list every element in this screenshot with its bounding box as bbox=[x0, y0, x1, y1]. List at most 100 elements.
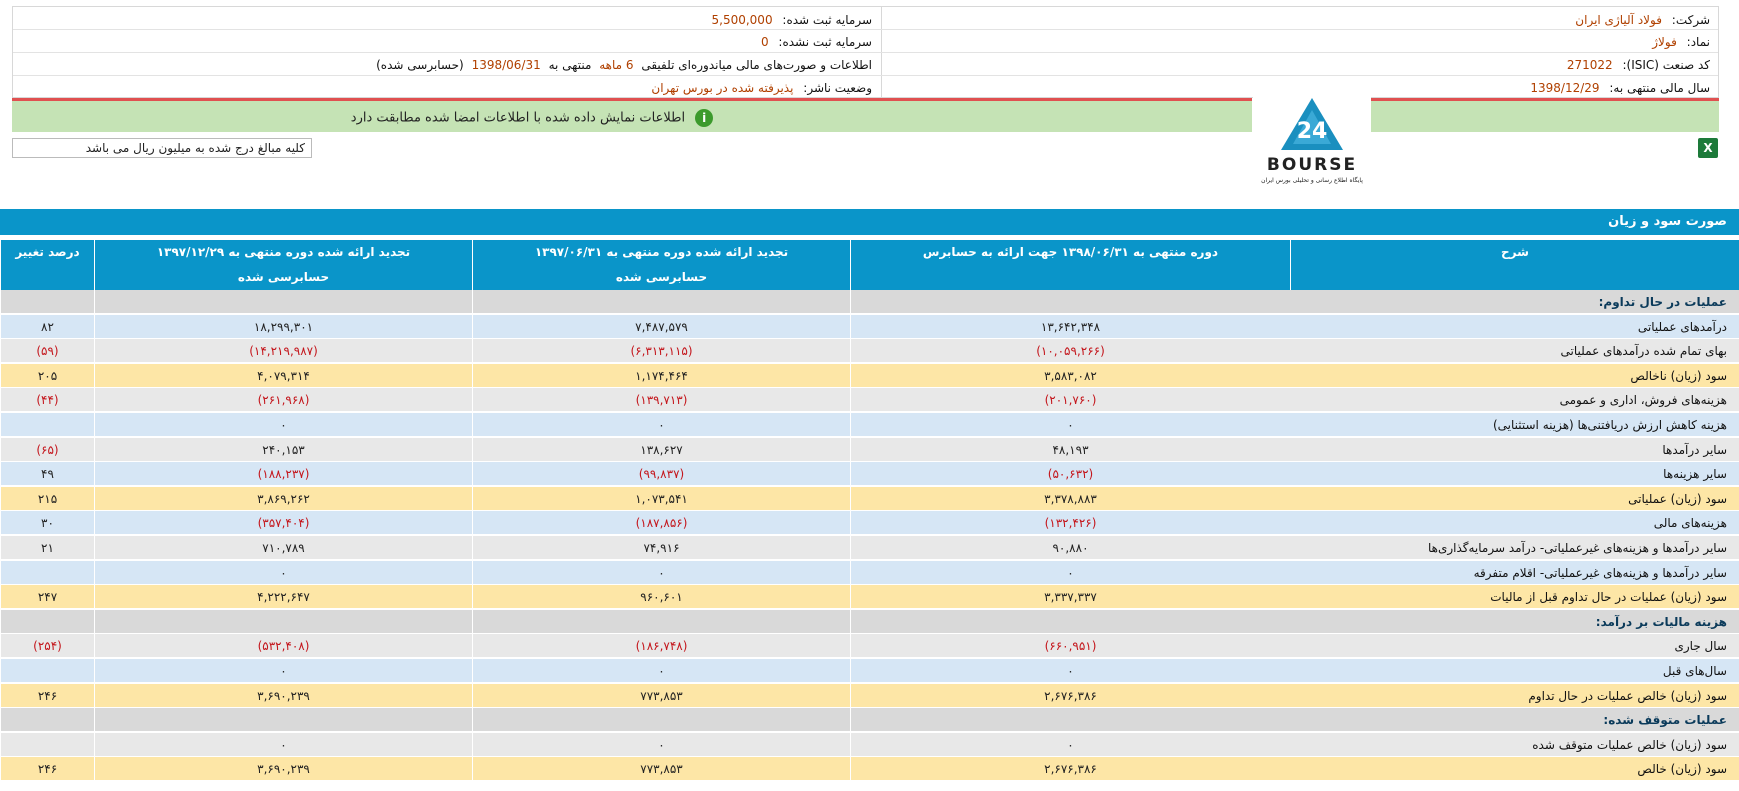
row-value-c1: ۴۸,۱۹۳ bbox=[850, 437, 1290, 462]
report-audit-status: (حسابرسی شده) bbox=[376, 58, 464, 72]
row-label: درآمدهای عملیاتی bbox=[1637, 319, 1727, 334]
row-value-c4 bbox=[0, 413, 94, 437]
row-value-c4: ۲۰۵ bbox=[0, 363, 94, 388]
report-text-a: اطلاعات و صورت‌های مالی میاندوره‌ای تلفی… bbox=[641, 58, 872, 72]
row-value-c1 bbox=[850, 290, 1290, 314]
amounts-unit-note: کلیه مبالغ درج شده به میلیون ریال می باش… bbox=[12, 138, 312, 158]
subheader-col2: حسابرسی شده bbox=[472, 265, 850, 290]
row-label: سایر درآمدها و هزینه‌های غیرعملیاتی- اقل… bbox=[1473, 565, 1727, 580]
row-value-c3: ۷۱۰,۷۸۹ bbox=[94, 536, 472, 560]
verification-message-wrap: i اطلاعات نمایش داده شده با اطلاعات امضا… bbox=[12, 109, 1052, 127]
isic-field: کد صنعت (ISIC): 271022 bbox=[1567, 54, 1710, 76]
table-row: سایر درآمدها و هزینه‌های غیرعملیاتی- درآ… bbox=[0, 536, 1739, 560]
row-value-c2: ۷,۴۸۷,۵۷۹ bbox=[472, 314, 850, 339]
row-value-c2: ۰ bbox=[472, 659, 850, 683]
row-value-c3: ۴,۲۲۲,۶۴۷ bbox=[94, 585, 472, 610]
subheader-col1 bbox=[850, 265, 1290, 290]
row-value-c1: ۳,۳۳۷,۳۳۷ bbox=[850, 585, 1290, 610]
company-value: فولاد آلیاژی ایران bbox=[1575, 13, 1662, 27]
row-value-c2: ۱,۱۷۴,۴۶۴ bbox=[472, 363, 850, 388]
registered-capital-label: سرمایه ثبت شده: bbox=[782, 13, 872, 27]
row-label: عملیات در حال تداوم: bbox=[1598, 295, 1727, 309]
row-value-c2: ۱,۰۷۳,۵۴۱ bbox=[472, 486, 850, 511]
row-value-c2: ۰ bbox=[472, 413, 850, 437]
table-row: سایر درآمدها ۴۸,۱۹۳ ۱۳۸,۶۲۷ ۲۴۰,۱۵۳ (۶۵) bbox=[0, 437, 1739, 462]
table-row: سال‌های قبل ۰ ۰ ۰ bbox=[0, 659, 1739, 683]
section-title: صورت سود و زیان bbox=[0, 209, 1739, 235]
row-value-c3: ۰ bbox=[94, 413, 472, 437]
header-col1: دوره منتهی به ۱۳۹۸/۰۶/۳۱ جهت ارائه به حس… bbox=[850, 240, 1290, 265]
row-label: سایر هزینه‌ها bbox=[1663, 467, 1727, 482]
row-label: سود (زیان) عملیات در حال تداوم قبل از ما… bbox=[1490, 590, 1727, 605]
row-label: عملیات متوقف شده: bbox=[1603, 713, 1727, 728]
table-row: سود (زیان) عملیات در حال تداوم قبل از ما… bbox=[0, 585, 1739, 610]
row-value-c1: (۶۶۰,۹۵۱) bbox=[850, 634, 1290, 659]
row-value-c4: ۲۱ bbox=[0, 536, 94, 560]
row-value-c3: (۵۳۲,۴۰۸) bbox=[94, 634, 472, 659]
row-value-c4: (۵۹) bbox=[0, 339, 94, 364]
row-value-c1: ۹۰,۸۸۰ bbox=[850, 536, 1290, 560]
row-label: سود (زیان) عملیاتی bbox=[1628, 491, 1727, 506]
row-value-c4: (۶۵) bbox=[0, 437, 94, 462]
row-value-c4: ۲۴۶ bbox=[0, 683, 94, 708]
row-value-c3 bbox=[94, 708, 472, 733]
publisher-status-value: پذیرفته شده در بورس تهران bbox=[651, 81, 794, 95]
row-value-c2 bbox=[472, 708, 850, 733]
header-col4: درصد تغییر bbox=[0, 240, 94, 265]
company-info-panel: شرکت: فولاد آلیاژی ایران نماد: فولاژ کد … bbox=[12, 6, 1719, 98]
report-description: اطلاعات و صورت‌های مالی میاندوره‌ای تلفی… bbox=[376, 54, 872, 76]
row-value-c4: ۲۱۵ bbox=[0, 486, 94, 511]
table-row: بهای تمام شده درآمدهای عملیاتی (۱۰,۰۵۹,۲۶… bbox=[0, 339, 1739, 364]
row-value-c2: ۷۷۳,۸۵۳ bbox=[472, 757, 850, 782]
symbol-label: نماد: bbox=[1686, 35, 1710, 49]
bourse24-logo[interactable]: 24 BOURSE پایگاه اطلاع رسانی و تحلیلی بو… bbox=[1253, 88, 1371, 188]
fiscal-year-label: سال مالی منتهی به: bbox=[1609, 81, 1710, 95]
table-row: سود (زیان) خالص عملیات در حال تداوم ۲,۶۷۶… bbox=[0, 683, 1739, 708]
row-value-c4 bbox=[0, 732, 94, 757]
row-label: بهای تمام شده درآمدهای عملیاتی bbox=[1560, 344, 1727, 359]
logo-graphic: 24 BOURSE پایگاه اطلاع رسانی و تحلیلی بو… bbox=[1253, 88, 1371, 188]
header-col2: تجدید ارائه شده دوره منتهی به ۱۳۹۷/۰۶/۳۱ bbox=[472, 240, 850, 265]
unregistered-capital-label: سرمایه ثبت نشده: bbox=[778, 35, 872, 49]
row-value-c1: ۳,۳۷۸,۸۸۳ bbox=[850, 486, 1290, 511]
row-value-c1: ۰ bbox=[850, 413, 1290, 437]
row-value-c3: ۳,۸۶۹,۲۶۲ bbox=[94, 486, 472, 511]
row-value-c1: ۲,۶۷۶,۳۸۶ bbox=[850, 683, 1290, 708]
report-period-length: 6 ماهه bbox=[599, 58, 634, 72]
row-value-c4 bbox=[0, 708, 94, 733]
row-value-c2: ۹۶۰,۶۰۱ bbox=[472, 585, 850, 610]
row-value-c2: ۷۴,۹۱۶ bbox=[472, 536, 850, 560]
row-value-c1: (۱۰,۰۵۹,۲۶۶) bbox=[850, 339, 1290, 364]
table-header-row: شرح دوره منتهی به ۱۳۹۸/۰۶/۳۱ جهت ارائه ب… bbox=[0, 240, 1739, 265]
row-label: هزینه کاهش ارزش دریافتنی‌ها (هزینه استثن… bbox=[1492, 418, 1727, 432]
table-row: عملیات در حال تداوم: bbox=[0, 290, 1739, 314]
row-value-c3: (۱۴,۲۱۹,۹۸۷) bbox=[94, 339, 472, 364]
subheader-description bbox=[1290, 265, 1739, 290]
table-row: هزینه‌های مالی (۱۳۲,۴۲۶) (۱۸۷,۸۵۶) (۳۵۷,۴۰۴… bbox=[0, 511, 1739, 536]
row-value-c1: (۱۳۲,۴۲۶) bbox=[850, 511, 1290, 536]
report-end-date: 1398/06/31 bbox=[471, 58, 541, 72]
table-row: سایر درآمدها و هزینه‌های غیرعملیاتی- اقل… bbox=[0, 560, 1739, 585]
row-value-c4: ۴۹ bbox=[0, 462, 94, 487]
row-value-c4: (۴۴) bbox=[0, 388, 94, 413]
excel-icon[interactable]: X bbox=[1698, 138, 1718, 158]
table-row: سال جاری (۶۶۰,۹۵۱) (۱۸۶,۷۴۸) (۵۳۲,۴۰۸) (۲۵۴) bbox=[0, 634, 1739, 659]
publisher-status-label: وضعیت ناشر: bbox=[803, 81, 872, 95]
verification-banner-right bbox=[1370, 98, 1719, 132]
row-value-c2: ۰ bbox=[472, 560, 850, 585]
row-value-c4: ۲۴۷ bbox=[0, 585, 94, 610]
row-value-c4: ۳۰ bbox=[0, 511, 94, 536]
row-value-c1: ۰ bbox=[850, 732, 1290, 757]
row-value-c1: ۲,۶۷۶,۳۸۶ bbox=[850, 757, 1290, 782]
row-label: سود (زیان) خالص عملیات متوقف شده bbox=[1532, 737, 1727, 752]
row-value-c3: ۴,۰۷۹,۳۱۴ bbox=[94, 363, 472, 388]
symbol-field: نماد: فولاژ bbox=[1652, 31, 1710, 53]
row-value-c3: ۲۴۰,۱۵۳ bbox=[94, 437, 472, 462]
fiscal-year-field: سال مالی منتهی به: 1398/12/29 bbox=[1530, 77, 1710, 99]
row-value-c3: ۱۸,۲۹۹,۳۰۱ bbox=[94, 314, 472, 339]
row-value-c2: ۱۳۸,۶۲۷ bbox=[472, 437, 850, 462]
row-label: هزینه مالیات بر درآمد: bbox=[1595, 614, 1727, 629]
row-value-c2 bbox=[472, 290, 850, 314]
row-value-c4: (۲۵۴) bbox=[0, 634, 94, 659]
row-value-c4: ۲۴۶ bbox=[0, 757, 94, 782]
